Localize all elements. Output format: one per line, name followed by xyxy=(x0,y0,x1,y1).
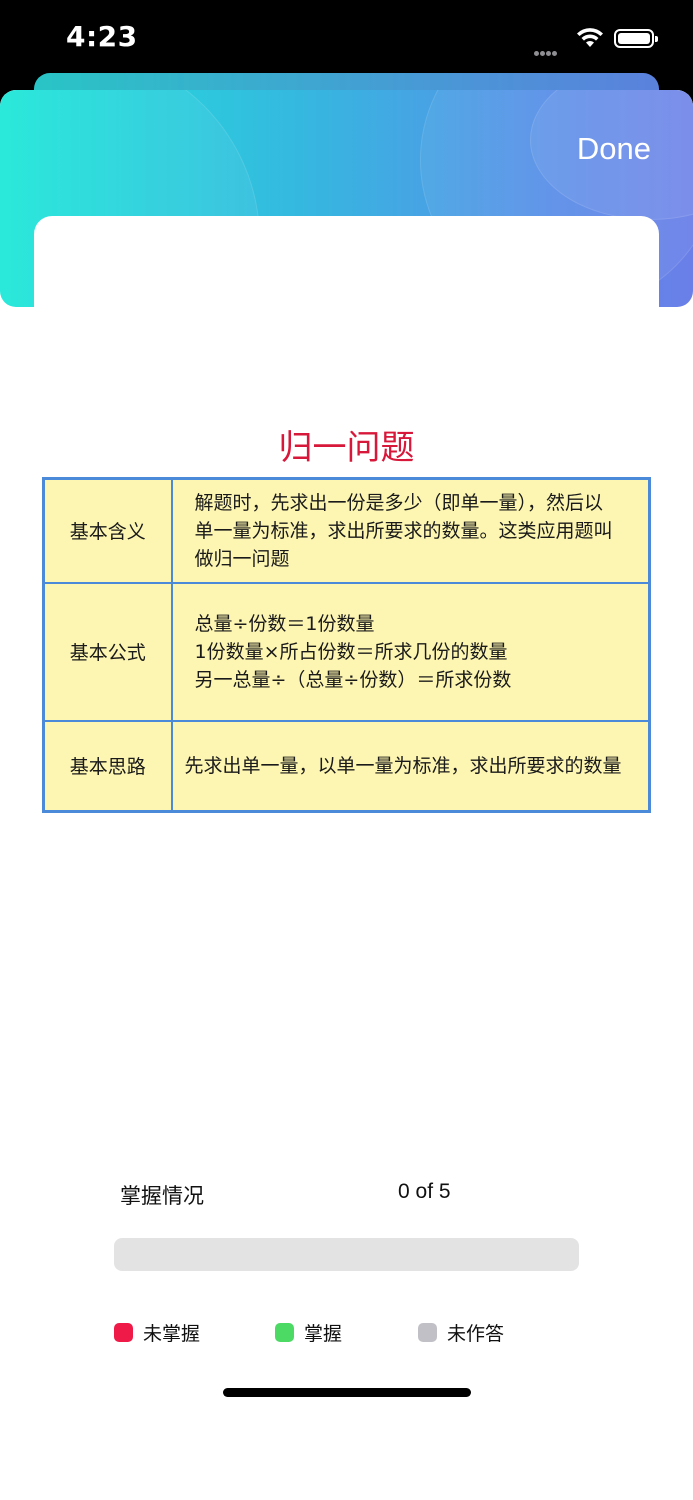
content-line: 另一总量÷（总量÷份数）＝所求份数 xyxy=(194,668,512,691)
legend-swatch-grey xyxy=(418,1322,437,1342)
row-content: 解题时，先求出一份是多少（即单一量），然后以 单一量为标准，求出所要求的数量。这… xyxy=(170,477,651,584)
content-card xyxy=(34,216,659,336)
row-label: 基本公式 xyxy=(42,581,173,722)
content-line: 先求出单一量，以单一量为标准，求出所要求的数量 xyxy=(184,754,622,777)
legend-item-not-mastered: 未掌握 xyxy=(114,1321,201,1345)
wifi-icon xyxy=(576,27,604,53)
battery-icon xyxy=(614,29,658,48)
legend-item-mastered: 掌握 xyxy=(275,1321,343,1345)
row-label: 基本思路 xyxy=(42,719,173,813)
mastery-progress-bar xyxy=(114,1238,579,1271)
legend-label: 掌握 xyxy=(304,1322,343,1345)
mastery-count: 0 of 5 xyxy=(398,1180,451,1203)
status-bar: 4:23 xyxy=(0,0,693,80)
mastery-label: 掌握情况 xyxy=(120,1184,204,1208)
content-line: 做归一问题 xyxy=(194,547,290,570)
content-line: 总量÷份数＝1份数量 xyxy=(194,612,375,635)
legend-label: 未掌握 xyxy=(143,1322,201,1345)
cellular-signal-icon xyxy=(534,41,558,60)
row-label: 基本含义 xyxy=(42,477,173,584)
table-row: 基本含义 解题时，先求出一份是多少（即单一量），然后以 单一量为标准，求出所要求… xyxy=(42,477,651,584)
row-content: 先求出单一量，以单一量为标准，求出所要求的数量 xyxy=(170,719,651,813)
row-content: 总量÷份数＝1份数量 1份数量×所占份数＝所求几份的数量 另一总量÷（总量÷份数… xyxy=(170,581,651,722)
legend-label: 未作答 xyxy=(447,1322,505,1345)
legend-item-unanswered: 未作答 xyxy=(418,1321,505,1345)
content-line: 1份数量×所占份数＝所求几份的数量 xyxy=(194,640,508,663)
home-indicator xyxy=(223,1388,471,1397)
table-row: 基本公式 总量÷份数＝1份数量 1份数量×所占份数＝所求几份的数量 另一总量÷（… xyxy=(42,581,651,722)
legend-swatch-red xyxy=(114,1322,133,1342)
table-row: 基本思路 先求出单一量，以单一量为标准，求出所要求的数量 xyxy=(42,719,651,813)
status-time: 4:23 xyxy=(66,20,138,53)
document-title: 归一问题 xyxy=(278,428,415,468)
content-line: 单一量为标准，求出所要求的数量。这类应用题叫 xyxy=(194,519,613,542)
done-button[interactable]: Done xyxy=(577,131,651,167)
legend-swatch-green xyxy=(275,1322,294,1342)
knowledge-table: 基本含义 解题时，先求出一份是多少（即单一量），然后以 单一量为标准，求出所要求… xyxy=(42,477,651,813)
content-line: 解题时，先求出一份是多少（即单一量），然后以 xyxy=(194,491,604,514)
